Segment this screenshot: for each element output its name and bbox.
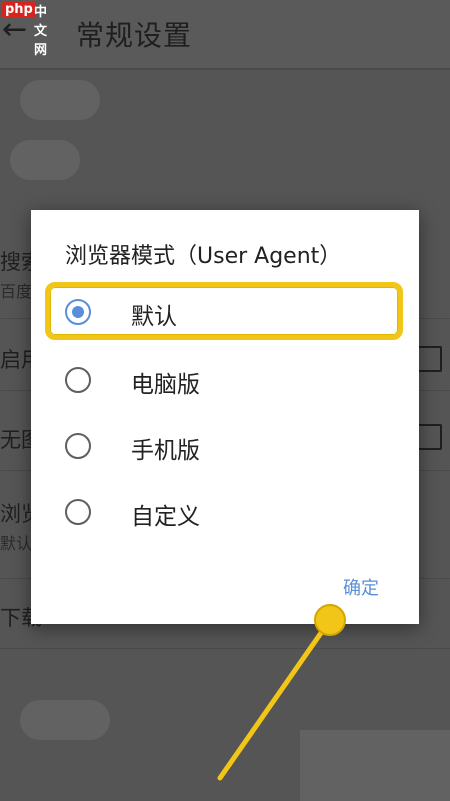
pointer-line (217, 617, 333, 781)
pointer-dot (314, 604, 346, 636)
